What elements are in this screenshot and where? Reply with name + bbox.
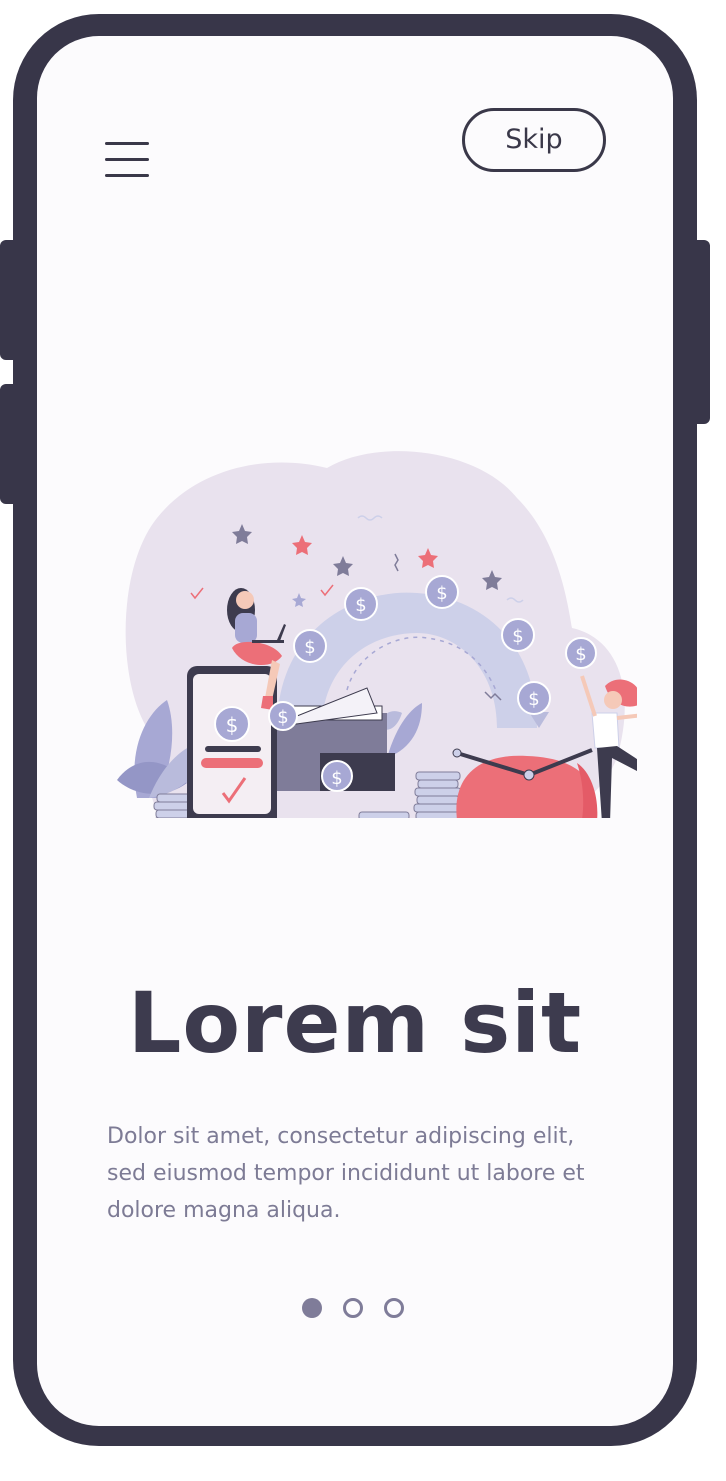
- pagination-dot-3[interactable]: [384, 1298, 404, 1318]
- onboarding-screen: Skip $ $ $ $ $ $ $ $ $ Lorem sit Dolor s…: [37, 36, 673, 1426]
- svg-text:$: $: [226, 713, 239, 737]
- svg-text:$: $: [436, 583, 447, 604]
- skip-button[interactable]: Skip: [462, 108, 606, 172]
- svg-text:$: $: [304, 637, 315, 658]
- smartphone-illustration: $: [187, 666, 277, 818]
- svg-text:$: $: [277, 707, 288, 728]
- phone-frame: Skip $ $ $ $ $ $ $ $ $ Lorem sit Dolor s…: [13, 14, 697, 1446]
- onboarding-description: Dolor sit amet, consectetur adipiscing e…: [107, 1124, 585, 1223]
- coin-stack-right: [413, 771, 463, 818]
- coin-stack-middle: [358, 811, 410, 818]
- menu-line: [105, 174, 149, 177]
- finance-illustration: $ $ $ $ $ $ $ $ $: [117, 451, 637, 818]
- pagination-dot-2[interactable]: [343, 1298, 363, 1318]
- svg-text:$: $: [512, 626, 523, 647]
- svg-text:$: $: [528, 689, 539, 710]
- menu-line: [105, 158, 149, 161]
- hamburger-menu-icon[interactable]: [105, 142, 151, 180]
- phone-mockup: Skip $ $ $ $ $ $ $ $ $ Lorem sit Dolor s…: [0, 0, 726, 1481]
- svg-text:$: $: [331, 768, 342, 789]
- onboarding-title: Lorem sit: [127, 974, 583, 1072]
- svg-text:$: $: [355, 595, 366, 616]
- pagination-dots: [302, 1298, 412, 1322]
- menu-line: [105, 142, 149, 145]
- pagination-dot-1[interactable]: [302, 1298, 322, 1318]
- svg-text:$: $: [575, 644, 586, 665]
